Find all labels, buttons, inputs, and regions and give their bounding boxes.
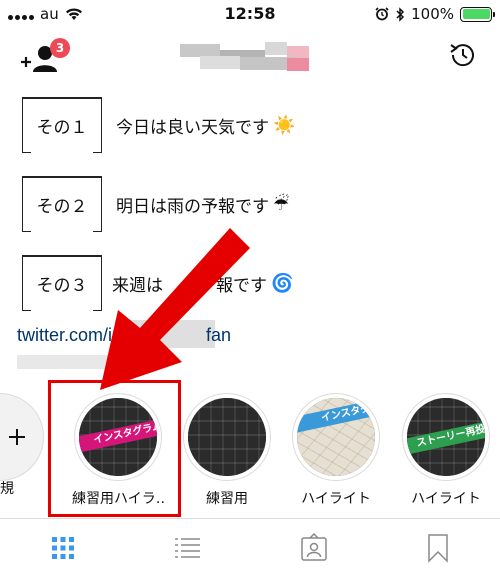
- list-icon[interactable]: [172, 533, 202, 563]
- saved-icon[interactable]: [423, 533, 453, 563]
- grid-icon[interactable]: [48, 533, 78, 563]
- annotation-box: [48, 380, 181, 517]
- profile-tab-bar: [0, 518, 500, 575]
- tagged-icon[interactable]: [299, 533, 329, 563]
